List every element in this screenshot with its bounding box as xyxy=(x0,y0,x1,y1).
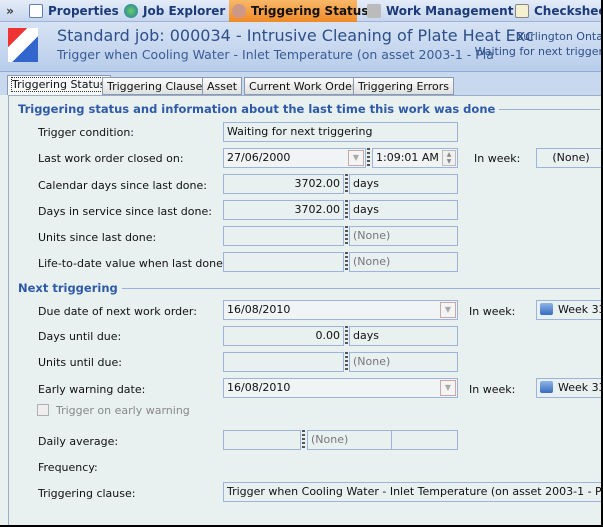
chevron-down-icon[interactable]: ▼ xyxy=(440,302,456,318)
splitter[interactable] xyxy=(345,252,348,272)
days-service-unit: days xyxy=(349,200,458,220)
label: Triggering Errors xyxy=(358,80,449,93)
units-until-unit: (None) xyxy=(349,352,458,372)
label: Units until due: xyxy=(38,356,122,369)
days-until-field: 0.00 xyxy=(223,326,344,346)
status: Waiting for next trigger xyxy=(474,45,603,58)
label: Current Work Order xyxy=(249,80,357,93)
chevron-down-icon[interactable]: ▼ xyxy=(440,380,456,396)
label: Triggering Status xyxy=(251,4,369,18)
label: Triggering Status xyxy=(11,77,107,92)
trigger-early-warning-checkbox[interactable] xyxy=(37,404,49,416)
daily-average-field xyxy=(223,430,301,450)
splitter[interactable] xyxy=(302,430,305,450)
label: Life-to-date value when last done: xyxy=(38,257,227,270)
early-week-field: Week 33, xyxy=(536,378,603,398)
label: Asset xyxy=(207,80,238,93)
splitter[interactable] xyxy=(345,174,348,194)
label: Last work order closed on: xyxy=(38,152,184,165)
units-until-field xyxy=(223,352,344,372)
value: 27/06/2000 xyxy=(227,151,291,164)
label: Properties xyxy=(48,4,119,18)
checksheet-icon xyxy=(515,4,529,18)
due-week-field: Week 33, xyxy=(536,300,603,320)
early-warning-date-field[interactable]: 16/08/2010 ▼ xyxy=(223,378,458,398)
toolbar-properties[interactable]: Properties xyxy=(26,0,119,22)
splitter[interactable] xyxy=(345,326,348,346)
triggering-clause-field: Trigger when Cooling Water - Inlet Tempe… xyxy=(223,482,603,502)
tab-triggering-errors[interactable]: Triggering Errors xyxy=(353,77,454,95)
label: Work Management xyxy=(386,4,514,18)
label: Triggering clause: xyxy=(38,487,136,500)
due-date-field[interactable]: 16/08/2010 ▼ xyxy=(223,300,458,320)
globe-icon xyxy=(124,4,138,18)
label: Triggering Clauses xyxy=(107,80,209,93)
daily-average-extra xyxy=(391,430,458,450)
spinner-icon[interactable]: ▲ ▼ xyxy=(442,150,456,166)
tools-icon xyxy=(367,4,381,18)
label: In week: xyxy=(469,383,516,396)
tab-triggering-clauses[interactable]: Triggering Clauses xyxy=(102,77,214,95)
label: Due date of next work order: xyxy=(38,305,197,318)
calendar-days-field: 3702.00 xyxy=(223,174,344,194)
last-wo-date-field[interactable]: 27/06/2000 ▼ xyxy=(223,148,366,168)
days-until-unit: days xyxy=(349,326,458,346)
label: In week: xyxy=(469,305,516,318)
tab-triggering-status[interactable]: Triggering Status xyxy=(7,75,111,95)
daily-average-unit: (None) xyxy=(307,430,392,450)
chevron-down-icon[interactable]: ▼ xyxy=(348,150,364,166)
label: Days in service since last done: xyxy=(38,205,212,218)
days-service-field: 3702.00 xyxy=(223,200,344,220)
calendar-icon xyxy=(540,381,553,393)
label: Trigger on early warning xyxy=(56,404,190,417)
value: 16/08/2010 xyxy=(227,381,291,394)
properties-icon xyxy=(29,4,43,18)
label: Daily average: xyxy=(38,435,119,448)
location: Burlington Onta xyxy=(515,30,603,43)
splitter[interactable] xyxy=(345,200,348,220)
label: In week: xyxy=(474,152,521,165)
label: Frequency: xyxy=(38,461,98,474)
toolbar-checksheets[interactable]: Checksheets xyxy=(512,0,603,22)
value: Week 33, xyxy=(558,303,603,316)
label: Trigger condition: xyxy=(38,126,134,139)
splitter[interactable] xyxy=(345,226,348,246)
page-title: Standard job: 000034 - Intrusive Cleanin… xyxy=(57,26,534,45)
trigger-condition-field: Waiting for next triggering xyxy=(223,122,458,142)
section-title: Triggering status and information about … xyxy=(18,102,500,116)
tab-current-work-order[interactable]: Current Work Order xyxy=(244,77,362,95)
tab-asset[interactable]: Asset xyxy=(202,77,243,95)
page-subtitle: Trigger when Cooling Water - Inlet Tempe… xyxy=(57,47,494,62)
toolbar: » Properties Job Explorer Triggering Sta… xyxy=(0,0,603,22)
in-week-field: (None) xyxy=(536,148,603,168)
toolbar-triggering-status[interactable]: Triggering Status xyxy=(229,0,368,22)
splitter[interactable] xyxy=(367,148,370,168)
section-title: Next triggering xyxy=(18,281,122,295)
ltd-unit: (None) xyxy=(349,252,458,272)
calendar-days-unit: days xyxy=(349,174,458,194)
toolbar-job-explorer[interactable]: Job Explorer xyxy=(121,0,225,22)
splitter[interactable] xyxy=(345,352,348,372)
label: Days until due: xyxy=(38,330,122,343)
ltd-field xyxy=(223,252,344,272)
label: Checksheets xyxy=(534,4,603,18)
toolbar-work-management[interactable]: Work Management xyxy=(364,0,513,22)
chevron-down-icon[interactable]: » xyxy=(0,0,20,22)
value: 1:09:01 AM xyxy=(376,151,439,164)
label: Units since last done: xyxy=(38,231,157,244)
units-unit: (None) xyxy=(349,226,458,246)
units-field xyxy=(223,226,344,246)
last-wo-time-field[interactable]: 1:09:01 AM ▲ ▼ xyxy=(372,148,458,168)
value: Week 33, xyxy=(558,381,603,394)
trigger-icon xyxy=(232,4,246,18)
label: Job Explorer xyxy=(143,4,226,18)
calendar-icon xyxy=(540,303,553,315)
label: Early warning date: xyxy=(38,383,146,396)
job-icon xyxy=(8,28,38,62)
value: 16/08/2010 xyxy=(227,303,291,316)
label: Calendar days since last done: xyxy=(38,179,207,192)
